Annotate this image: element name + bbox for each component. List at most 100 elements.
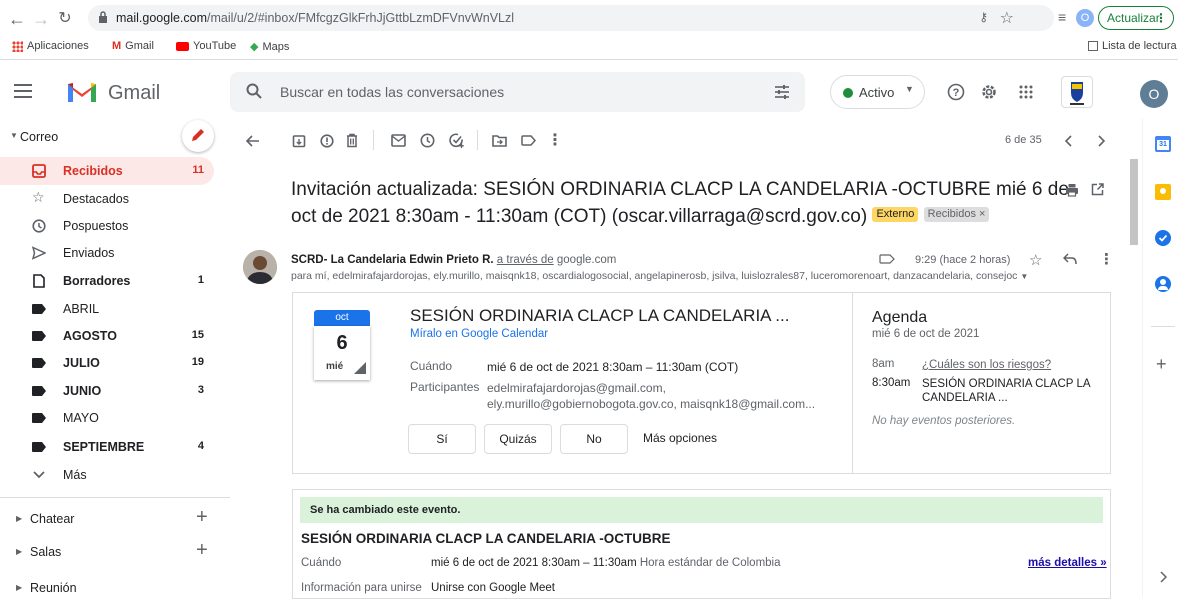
bookmark-apps[interactable]: Aplicaciones	[12, 40, 89, 52]
back-icon[interactable]: ←	[6, 8, 28, 30]
address-bar[interactable]: mail.google.com/mail/u/2/#inbox/FMfcgzGl…	[88, 5, 1054, 31]
mark-unread-icon[interactable]	[391, 134, 406, 147]
join-meet-link[interactable]: Unirse con Google Meet	[431, 582, 555, 594]
organization-logo[interactable]	[1061, 76, 1093, 108]
more-details-link[interactable]: más detalles »	[1028, 557, 1107, 569]
older-chevron-icon[interactable]	[1096, 135, 1106, 147]
sidebar-item-drafts[interactable]: Borradores 1	[0, 267, 214, 295]
chevron-down-icon[interactable]: ▼	[1020, 272, 1028, 281]
move-to-icon[interactable]	[492, 134, 507, 147]
sender-avatar[interactable]	[243, 250, 277, 284]
add-task-icon[interactable]	[449, 133, 465, 148]
recipients-line[interactable]: para mí, edelmirafajardorojas, ely.muril…	[291, 270, 1028, 282]
changed-event-title: SESIÓN ORDINARIA CLACP LA CANDELARIA -OC…	[301, 531, 671, 546]
rsvp-no-button[interactable]: No	[560, 424, 628, 454]
sidebar-item-label-mayo[interactable]: MAYO	[0, 404, 214, 432]
compose-button[interactable]	[182, 120, 214, 152]
update-button[interactable]: Actualizar ⋮	[1098, 6, 1174, 30]
search-input[interactable]: Buscar en todas las conversaciones	[280, 84, 504, 100]
participants-line: ely.murillo@gobiernobogota.gov.co, maisq…	[487, 397, 816, 411]
side-panel: 31 +	[1142, 118, 1178, 597]
search-icon[interactable]	[246, 83, 262, 99]
sidebar-item-snoozed[interactable]: Pospuestos	[0, 212, 214, 240]
bookmark-maps[interactable]: ◆ Maps	[250, 40, 289, 54]
search-bar[interactable]: Buscar en todas las conversaciones	[230, 72, 805, 112]
url-text: mail.google.com/mail/u/2/#inbox/FMfcgzGl…	[116, 11, 515, 25]
apps-grid-icon[interactable]	[1019, 85, 1033, 99]
star-icon[interactable]: ☆	[1029, 251, 1042, 269]
gmail-wordmark: Gmail	[108, 82, 161, 104]
open-new-window-icon[interactable]	[1091, 183, 1104, 196]
browser-chrome: ← → ↻ mail.google.com/mail/u/2/#inbox/FM…	[0, 0, 1178, 60]
sidebar-item-more[interactable]: Más	[0, 461, 214, 489]
open-in-calendar-link[interactable]: Míralo en Google Calendar	[410, 328, 548, 340]
rsvp-maybe-button[interactable]: Quizás	[484, 424, 552, 454]
reading-list[interactable]: Lista de lectura	[1088, 40, 1177, 52]
sidebar-item-inbox[interactable]: Recibidos 11	[0, 157, 214, 185]
sidebar-item-label-abril[interactable]: ABRIL	[0, 295, 214, 323]
keep-app-icon[interactable]	[1155, 184, 1171, 200]
event-title: SESIÓN ORDINARIA CLACP LA CANDELARIA ...	[410, 306, 790, 325]
status-label: Activo	[859, 85, 895, 100]
settings-gear-icon[interactable]	[980, 83, 998, 101]
help-icon[interactable]: ?	[947, 83, 965, 101]
sidebar-item-label-julio[interactable]: JULIO 19	[0, 349, 214, 377]
sidebar-item-sent[interactable]: Enviados	[0, 239, 214, 267]
reload-icon[interactable]: ↻	[54, 8, 76, 30]
tasks-app-icon[interactable]	[1155, 230, 1171, 246]
hide-panel-chevron-icon[interactable]	[1159, 571, 1167, 583]
account-avatar[interactable]: O	[1140, 80, 1168, 108]
calendar-app-icon[interactable]: 31	[1155, 136, 1171, 152]
snooze-clock-icon[interactable]	[420, 133, 435, 148]
sidebar-item-starred[interactable]: ☆ Destacados	[0, 185, 214, 213]
label-icon	[32, 386, 46, 396]
unread-count: 19	[191, 356, 204, 368]
back-to-inbox-icon[interactable]	[246, 134, 260, 148]
more-vert-icon[interactable]: ⋮	[547, 133, 563, 149]
when-value: mié 6 de oct de 2021 8:30am – 11:30am (C…	[487, 360, 739, 374]
agenda-event-link[interactable]: ¿Cuáles son los riesgos?	[922, 358, 1051, 372]
bookmark-gmail[interactable]: M Gmail	[112, 40, 154, 52]
archive-icon[interactable]	[292, 134, 306, 148]
add-addon-icon[interactable]: +	[1156, 354, 1167, 375]
reply-icon[interactable]	[1063, 253, 1077, 265]
sidebar-item-label-junio[interactable]: JUNIO 3	[0, 377, 214, 405]
inbox-label-chip[interactable]: Recibidos ×	[923, 207, 990, 223]
trash-icon[interactable]	[345, 133, 359, 148]
label-icon	[32, 413, 46, 423]
sidebar-item-label-agosto[interactable]: AGOSTO 15	[0, 322, 214, 350]
gmail-logo-icon[interactable]	[66, 80, 98, 104]
rsvp-yes-button[interactable]: Sí	[408, 424, 476, 454]
via-link[interactable]: a través de	[497, 254, 554, 266]
profile-avatar[interactable]: O	[1076, 9, 1094, 27]
sidebar-item-label: Más	[63, 468, 87, 482]
key-icon[interactable]: ⚷	[979, 10, 988, 24]
newer-chevron-icon[interactable]	[1064, 135, 1074, 147]
more-vert-icon[interactable]: ⋮	[1099, 250, 1114, 268]
search-options-icon[interactable]	[774, 84, 790, 100]
scrollbar-thumb[interactable]	[1130, 159, 1138, 245]
agenda-divider	[852, 293, 853, 473]
star-icon: ☆	[32, 189, 45, 205]
sidebar-item-label-septiembre[interactable]: SEPTIEMBRE 4	[0, 433, 214, 461]
bookmark-youtube[interactable]: YouTube	[176, 40, 236, 52]
label-as-icon[interactable]	[521, 135, 536, 146]
add-room-icon[interactable]: +	[196, 539, 208, 562]
contacts-app-icon[interactable]	[1155, 276, 1171, 292]
status-selector[interactable]: Activo ▼	[830, 75, 925, 109]
bookmark-star-icon[interactable]: ☆	[1000, 8, 1014, 28]
reading-list-icon[interactable]: ≡	[1058, 9, 1066, 25]
sidebar-item-label: JULIO	[63, 356, 100, 370]
rooms-section[interactable]: ▶ Salas +	[0, 537, 230, 565]
participants-value: edelmirafajardorojas@gmail.com, ely.muri…	[487, 380, 815, 412]
sender-name[interactable]: SCRD- La Candelaria Edwin Prieto R.	[291, 254, 494, 266]
main-menu-icon[interactable]	[14, 84, 32, 98]
forward-icon[interactable]: →	[30, 8, 52, 30]
label-icon	[879, 254, 895, 264]
print-icon[interactable]	[1065, 183, 1079, 197]
rsvp-more-options-button[interactable]: Más opciones	[643, 431, 717, 445]
add-chat-icon[interactable]: +	[196, 506, 208, 529]
chat-section[interactable]: ▶ Chatear +	[0, 504, 230, 532]
expand-arrow-icon: ▶	[16, 514, 23, 523]
report-spam-icon[interactable]	[320, 134, 334, 148]
